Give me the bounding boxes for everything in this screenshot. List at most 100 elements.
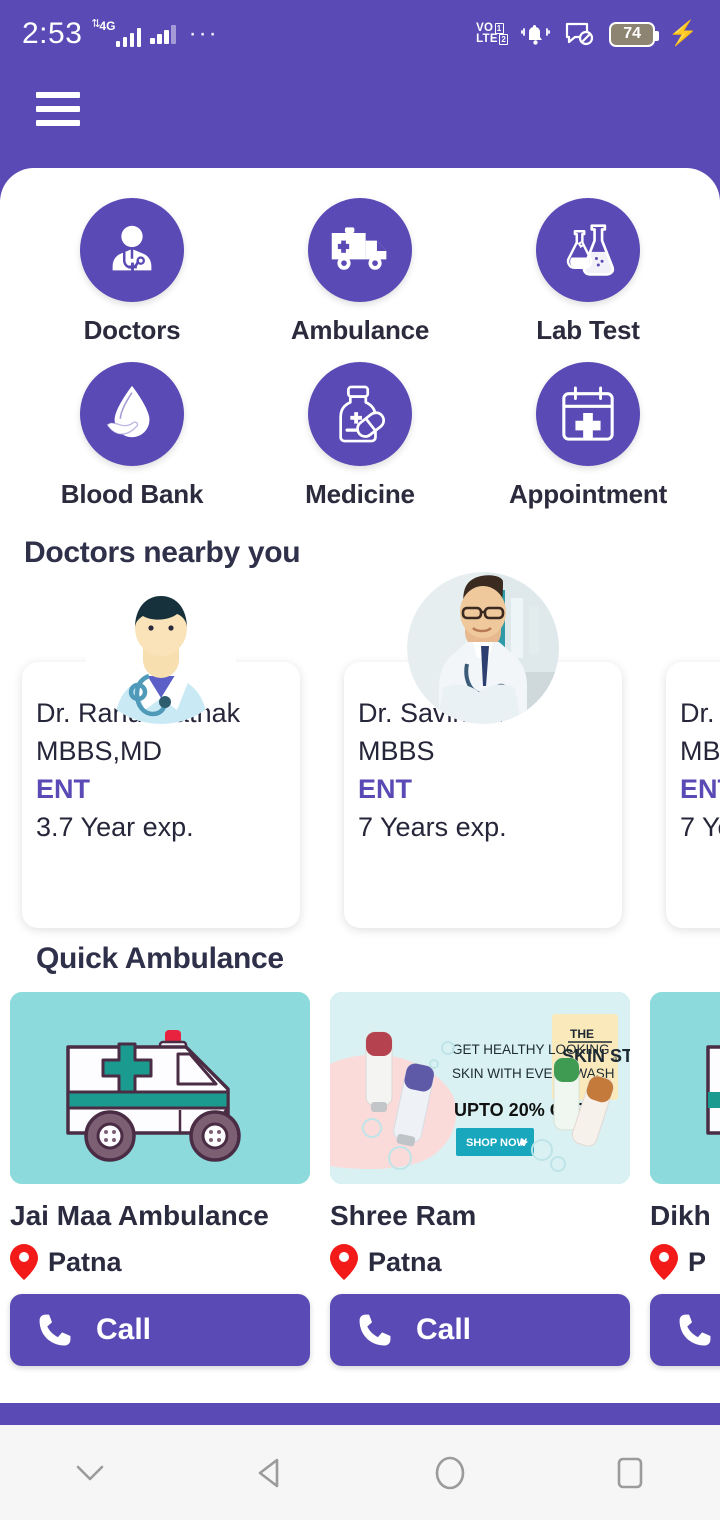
doctor-experience: 3.7 Year exp. [36,812,194,842]
hamburger-menu-icon[interactable] [36,92,80,126]
svg-text:GET HEALTHY LOOKING: GET HEALTHY LOOKING [452,1042,610,1057]
ambulance-location: Patna [10,1244,310,1280]
recents-square-icon[interactable] [540,1450,720,1496]
doctors-carousel[interactable]: Dr. Rahul Pathak MBBS,MD ENT 3.7 Year ex… [0,572,720,928]
ambulance-section-title: Quick Ambulance [36,942,284,975]
service-item-ambulance[interactable]: Ambulance [246,198,474,346]
doctor-degree: MBBS,MD [36,736,163,766]
service-item-appointment[interactable]: Appointment [474,362,702,510]
doctor-experience: 7 Years exp. [358,812,507,842]
male-doctor-illustration [85,572,237,724]
ambulance-location-text: P [688,1246,707,1277]
network-type-label: 4G [99,19,116,33]
phone-icon [359,1314,391,1346]
phone-icon [39,1314,71,1346]
service-label: Blood Bank [60,479,204,509]
ambulance-card[interactable]: Jai Maa Ambulance Patna Call [10,992,310,1366]
ambulance-name: Shree Ram [330,1200,477,1231]
ambulance-location-text: Patna [368,1246,442,1277]
network-type-indicator: ⇅ 4G [91,19,142,47]
volte-label-bottom: LTE [476,33,498,45]
service-icon-wrap [536,362,640,466]
main-content-sheet: Doctors Ambulance Lab Test Blood Bank Me… [0,168,720,1520]
status-bar-left: 2:53 ⇅ 4G ··· [22,17,219,51]
battery-indicator: 74 [609,21,660,47]
map-pin-icon [10,1244,38,1280]
doctor-icon [112,225,152,272]
service-label: Medicine [305,479,415,509]
service-item-blood-bank[interactable]: Blood Bank [18,362,246,510]
ambulance-card[interactable]: Dikh P Call [650,992,720,1366]
sim2-badge: 2 [499,34,509,45]
doctor-degree: MBBS [358,736,435,766]
more-status-icons: ··· [188,20,219,47]
doctors-section-title: Doctors nearby you [24,536,301,569]
ambulance-card[interactable]: THE SKIN STORY ® GET HEALTHY LOOKING SKI… [330,992,630,1366]
call-button-label: Call [96,1313,152,1346]
svg-text:SHOP NOW: SHOP NOW [466,1137,528,1149]
doctor-specialty: ENT [358,774,412,804]
signal-bars-sim1-icon [115,27,142,47]
doctor-card[interactable]: Dr. Rahul Pathak MBBS,MD ENT 3.7 Year ex… [22,572,300,928]
ambulance-carousel[interactable]: Jai Maa Ambulance Patna Call THE SKIN ST… [0,992,720,1366]
service-item-lab-test[interactable]: Lab Test [474,198,702,346]
service-grid: Doctors Ambulance Lab Test Blood Bank Me… [0,168,720,514]
doctor-specialty: ENT [36,774,90,804]
service-label: Ambulance [290,315,430,345]
status-bar-clock: 2:53 [22,17,83,50]
bottom-purple-strip [0,1403,720,1425]
ambulance-name: Dikh [650,1200,711,1231]
service-icon-wrap [308,198,412,302]
medicine-bottle-icon [339,385,386,443]
ambulance-banner [650,992,720,1184]
call-button-label: Call [416,1313,472,1346]
bell-mute-icon [521,24,551,45]
doctor-card[interactable]: Dr. MBB ENT 7 Ye [666,662,720,928]
ambulance-icon [331,227,387,270]
battery-percentage: 74 [623,25,641,42]
doctor-specialty: ENT [680,774,720,804]
signal-bars-sim2-icon [150,24,176,44]
call-button[interactable]: Call [10,1294,310,1366]
ambulance-location: P [650,1244,720,1280]
service-icon-wrap [308,362,412,466]
service-item-doctors[interactable]: Doctors [18,198,246,346]
home-circle-icon[interactable] [360,1450,540,1496]
ambulance-name: Jai Maa Ambulance [10,1200,269,1231]
svg-text:SKIN WITH EVERY WASH: SKIN WITH EVERY WASH [452,1066,615,1081]
call-button[interactable]: Call [650,1294,720,1366]
back-triangle-icon[interactable] [180,1450,360,1496]
map-pin-icon [650,1244,678,1280]
calendar-plus-icon [562,386,614,441]
status-bar: 2:53 ⇅ 4G ··· VO 1 LTE 2 74 ⚡ [0,0,720,68]
svg-text:®: ® [613,1055,619,1064]
ambulance-banner [10,992,310,1184]
message-blocked-icon [566,22,594,46]
service-icon-wrap [80,198,184,302]
doctor-degree: MBB [680,736,720,766]
ambulance-location: Patna [330,1244,630,1280]
phone-icon [679,1314,711,1346]
ambulance-location-text: Patna [48,1246,122,1277]
android-navigation-bar [0,1425,720,1520]
service-label: Lab Test [536,315,640,345]
avatar [407,572,559,724]
skin-story-advertisement: THE SKIN STORY ® GET HEALTHY LOOKING SKI… [330,992,630,1184]
advertisement-banner[interactable]: THE SKIN STORY ® GET HEALTHY LOOKING SKI… [330,992,630,1184]
product-tube-3 [553,1057,580,1131]
doctor-name: Dr. [680,698,715,728]
doctor-card[interactable]: Dr. Savindar MBBS ENT 7 Years exp. [344,572,622,928]
blood-drop-hand-icon [105,385,150,438]
ambulance-illustration [650,992,720,1184]
volte-indicator: VO 1 LTE 2 [476,22,509,45]
map-pin-icon [330,1244,358,1280]
ambulance-illustration [10,992,310,1184]
hide-keyboard-chevron-icon[interactable] [0,1460,180,1486]
service-item-medicine[interactable]: Medicine [246,362,474,510]
service-label: Appointment [508,479,668,509]
lab-flask-icon [566,224,615,276]
call-button[interactable]: Call [330,1294,630,1366]
avatar [85,572,237,724]
status-bar-right: VO 1 LTE 2 74 ⚡ [476,20,698,48]
lightning-bolt-icon: ⚡ [668,20,698,47]
